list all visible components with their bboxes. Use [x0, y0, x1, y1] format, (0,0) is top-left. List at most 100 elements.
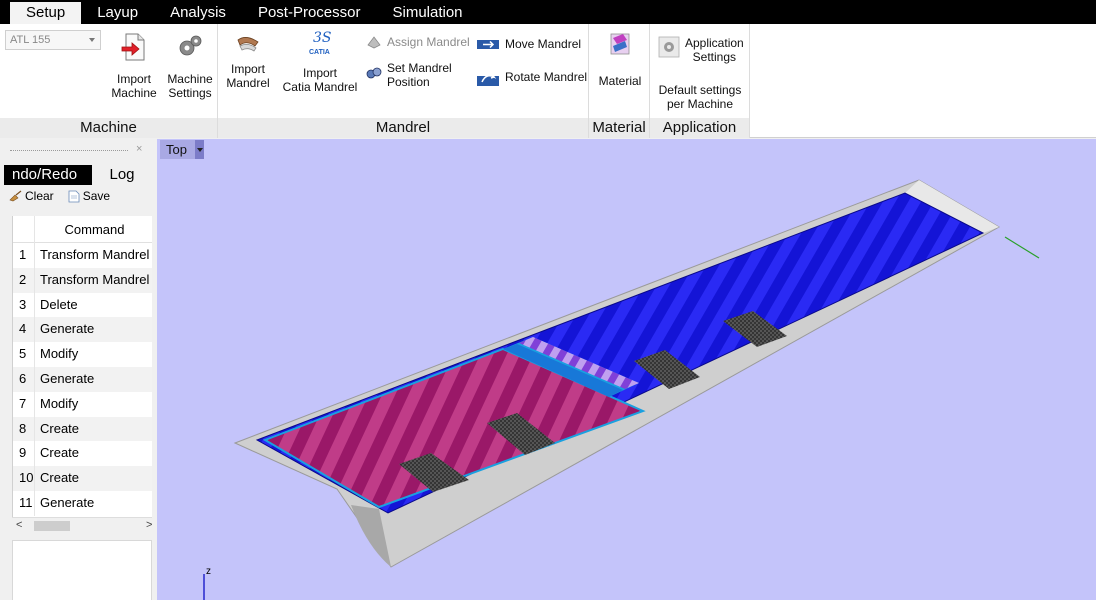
move-mandrel-label: Move Mandrel — [505, 37, 582, 51]
machine-settings-button[interactable]: Machine Settings — [164, 32, 216, 100]
settings-icon — [658, 36, 680, 58]
command-cell: Generate — [40, 495, 95, 510]
import-machine-button[interactable]: Import Machine — [108, 32, 160, 100]
svg-text:3S: 3S — [313, 30, 332, 46]
table-row[interactable]: 6 Generate — [13, 367, 152, 392]
command-cell: Generate — [40, 321, 95, 337]
command-table-header: Command — [13, 216, 152, 243]
row-number: 2 — [13, 267, 35, 293]
panel-toolbar: Clear Save — [8, 189, 110, 203]
tab-undo-redo[interactable]: ndo/Redo — [4, 165, 92, 185]
document-icon — [68, 190, 80, 202]
scroll-thumb[interactable] — [34, 521, 70, 531]
set-mandrel-position-button[interactable]: Set Mandrel Position — [366, 61, 452, 89]
table-row[interactable]: 8 Create — [13, 416, 152, 442]
tab-post-processor[interactable]: Post-Processor — [242, 2, 377, 24]
log-output-box — [12, 540, 152, 600]
default-settings-button[interactable]: Default settings per Machine — [652, 83, 748, 111]
row-number: 9 — [13, 441, 35, 467]
chevron-down-icon[interactable] — [195, 140, 204, 159]
save-button[interactable]: Save — [68, 189, 110, 203]
table-row[interactable]: 3 Delete — [13, 292, 152, 318]
chevron-down-icon — [89, 38, 95, 42]
tab-simulation[interactable]: Simulation — [376, 2, 478, 24]
rotate-icon — [477, 73, 499, 86]
row-number: 7 — [13, 391, 35, 417]
machine-select-value: ATL 155 — [10, 34, 51, 46]
tab-log[interactable]: Log — [92, 165, 152, 185]
table-row[interactable]: 2 Transform Mandrel — [13, 267, 152, 293]
group-label-machine: Machine — [0, 118, 217, 138]
table-row[interactable]: 10 Create — [13, 466, 152, 491]
material-icon — [610, 33, 630, 55]
assign-mandrel-button[interactable]: Assign Mandrel — [366, 35, 470, 49]
table-row[interactable]: 9 Create — [13, 441, 152, 467]
3d-viewport[interactable]: Top z — [157, 139, 1096, 600]
command-cell: Modify — [40, 346, 79, 362]
mandrel-model — [203, 179, 1040, 600]
broom-icon — [9, 190, 22, 202]
row-number-header — [13, 216, 35, 243]
table-row[interactable]: 11 Generate — [13, 491, 152, 516]
mandrel-icon — [237, 37, 259, 52]
close-icon[interactable]: × — [136, 143, 142, 155]
move-icon — [477, 40, 499, 49]
application-settings-label: Application Settings — [685, 36, 744, 64]
table-row[interactable]: 4 Generate — [13, 317, 152, 343]
application-settings-button[interactable]: Application Settings — [658, 36, 744, 64]
gear-icon — [179, 35, 202, 56]
group-label-mandrel: Mandrel — [218, 118, 588, 138]
panel-tabs: ndo/Redo Log — [4, 165, 152, 185]
row-number: 11 — [13, 491, 35, 516]
table-row[interactable]: 7 Modify — [13, 391, 152, 417]
svg-text:CATIA: CATIA — [309, 49, 330, 56]
table-row[interactable]: 5 Modify — [13, 342, 152, 367]
tab-analysis[interactable]: Analysis — [154, 2, 242, 24]
ribbon: ATL 155 Import Machine Machine Settings … — [0, 24, 1096, 138]
command-cell: Create — [40, 470, 80, 486]
import-mandrel-label: Import Mandrel — [226, 62, 270, 90]
command-cell: Transform Mandrel — [40, 247, 150, 262]
material-label: Material — [598, 74, 642, 88]
view-select[interactable]: Top — [160, 140, 204, 159]
row-number: 3 — [13, 292, 35, 318]
ribbon-group-application: Application Settings Default settings pe… — [650, 24, 750, 138]
tab-setup[interactable]: Setup — [10, 2, 82, 24]
command-cell: Delete — [40, 296, 78, 312]
rotate-mandrel-label: Rotate Mandrel — [505, 70, 588, 84]
command-cell: Modify — [40, 395, 79, 411]
move-mandrel-button[interactable]: Move Mandrel — [476, 37, 581, 51]
position-icon — [366, 67, 382, 79]
import-catia-mandrel-label: Import Catia Mandrel — [282, 66, 358, 94]
command-cell: Generate — [40, 371, 95, 386]
horizontal-scrollbar[interactable]: < > — [12, 517, 152, 533]
scroll-right-icon[interactable]: > — [146, 519, 152, 531]
command-cell: Create — [40, 420, 80, 436]
row-number: 6 — [13, 367, 35, 392]
command-cell: Transform Mandrel — [40, 271, 150, 287]
scroll-left-icon[interactable]: < — [16, 519, 22, 531]
tab-layup[interactable]: Layup — [81, 2, 154, 24]
command-table: Command 1 Transform Mandrel 2 Transform Man… — [12, 216, 152, 517]
panel-grip[interactable] — [10, 150, 128, 151]
rotate-mandrel-button[interactable]: Rotate Mandrel — [476, 70, 587, 88]
ribbon-group-material: Material Material — [589, 24, 650, 138]
catia-logo-icon: 3S CATIA — [309, 30, 332, 56]
menu-bar: Setup Layup Analysis Post-Processor Simu… — [0, 0, 1096, 24]
group-label-material: Material — [589, 118, 649, 138]
save-label: Save — [82, 189, 111, 203]
row-number: 4 — [13, 317, 35, 343]
machine-select[interactable]: ATL 155 — [5, 30, 101, 50]
command-column-header[interactable]: Command — [36, 216, 152, 243]
row-number: 5 — [13, 342, 35, 367]
table-row[interactable]: 1 Transform Mandrel — [13, 243, 152, 268]
set-mandrel-position-label: Set Mandrel Position — [387, 61, 452, 89]
clear-button[interactable]: Clear — [8, 189, 54, 203]
ribbon-group-machine: ATL 155 Import Machine Machine Settings … — [0, 24, 218, 138]
assign-mandrel-label: Assign Mandrel — [387, 35, 470, 49]
material-button[interactable]: Material — [591, 30, 649, 88]
import-mandrel-button[interactable]: Import Mandrel — [224, 32, 272, 90]
z-axis-label: z — [206, 566, 211, 577]
ribbon-group-mandrel: Import Mandrel 3S CATIA Import Catia Man… — [218, 24, 589, 138]
import-catia-mandrel-button[interactable]: 3S CATIA Import Catia Mandrel — [282, 28, 358, 94]
